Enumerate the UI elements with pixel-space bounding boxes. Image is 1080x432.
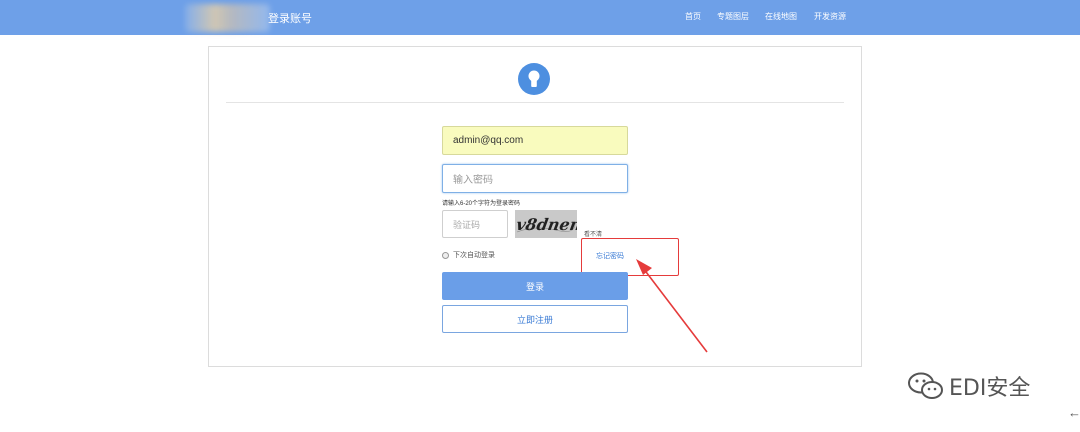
watermark: EDI安全 bbox=[905, 370, 1030, 402]
watermark-text: EDI安全 bbox=[949, 376, 1031, 401]
wechat-icon bbox=[908, 372, 943, 399]
back-arrow-icon[interactable]: ← bbox=[1068, 405, 1080, 420]
annotation-arrow-icon bbox=[636, 259, 708, 353]
